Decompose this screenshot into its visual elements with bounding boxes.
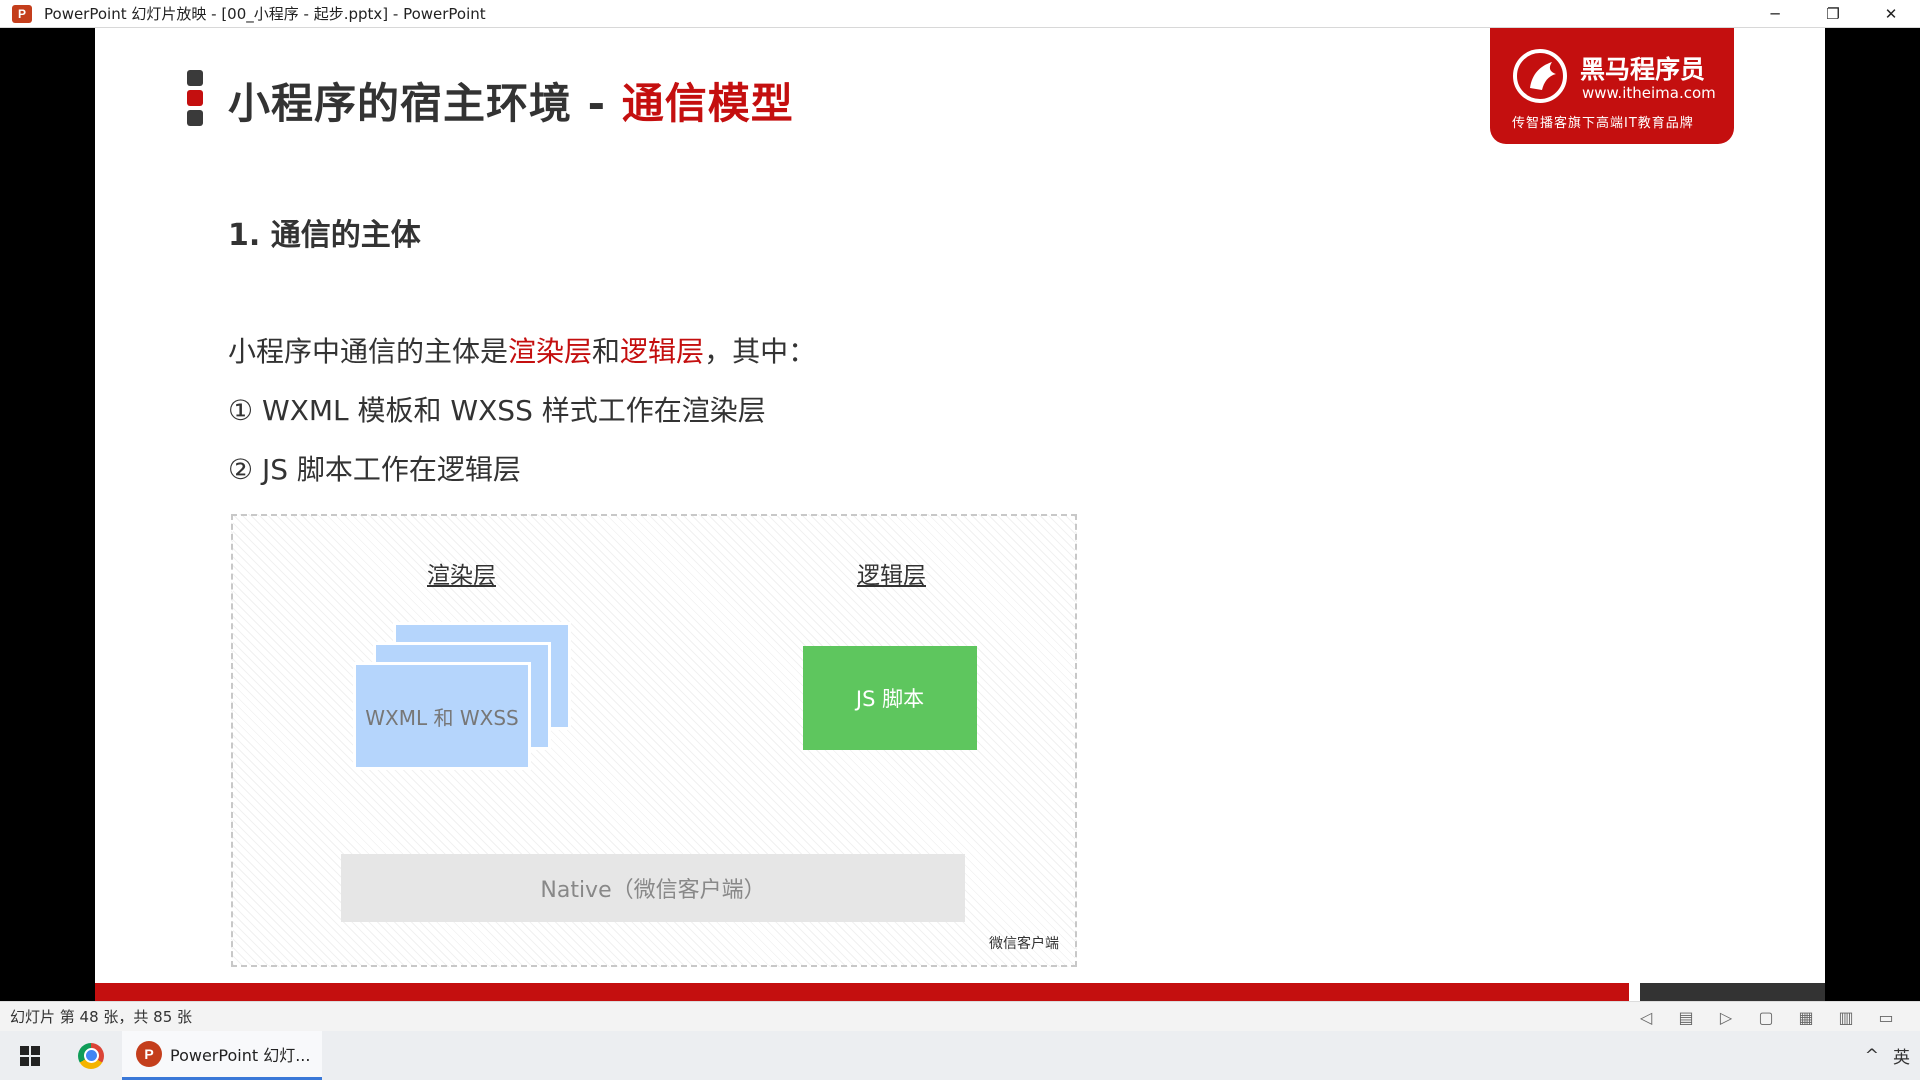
window-controls: ─ ❐ ✕	[1746, 0, 1920, 28]
system-tray: ^ 英	[1851, 1031, 1910, 1080]
windows-logo-icon	[20, 1045, 40, 1066]
intro-red-render: 渲染层	[508, 335, 593, 368]
slide-footer-red-bar	[95, 983, 1629, 1001]
list-item-1: ① WXML 模板和 WXSS 样式工作在渲染层	[228, 394, 766, 427]
status-bar: 幻灯片 第 48 张，共 85 张 ◁ ▤ ▷ ▢ ▦ ▥ ▭	[0, 1001, 1920, 1031]
next-slide-icon[interactable]: ▷	[1706, 1008, 1746, 1027]
start-button[interactable]	[0, 1031, 60, 1080]
logo-name: 黑马程序员	[1580, 55, 1706, 84]
title-marker-icon	[187, 70, 203, 130]
page-card-label: WXML 和 WXSS	[365, 705, 519, 730]
restore-button[interactable]: ❐	[1804, 0, 1862, 28]
logo-slogan: 传智播客旗下高端IT教育品牌	[1512, 116, 1694, 131]
page-card-front: WXML 和 WXSS	[353, 662, 531, 770]
normal-view-icon[interactable]: ▢	[1746, 1008, 1786, 1027]
slideshow-view-icon[interactable]: ▭	[1866, 1008, 1906, 1027]
window-title: PowerPoint 幻灯片放映 - [00_小程序 - 起步.pptx] - …	[44, 5, 486, 23]
client-label: 微信客户端	[989, 936, 1059, 952]
intro-paragraph: 小程序中通信的主体是渲染层和逻辑层，其中：	[228, 330, 816, 370]
previous-slide-icon[interactable]: ◁	[1626, 1008, 1666, 1027]
slide-title: 小程序的宿主环境 - 通信模型	[228, 70, 794, 131]
communication-diagram: 渲染层 逻辑层 WXML 和 WXSS JS 脚本 Native（微信客户端） …	[231, 514, 1077, 967]
slide-title-main: 小程序的宿主环境 -	[228, 79, 622, 128]
powerpoint-taskbar-button[interactable]: P PowerPoint 幻灯...	[122, 1031, 322, 1080]
chrome-taskbar-button[interactable]	[60, 1031, 122, 1080]
powerpoint-taskbar-icon: P	[136, 1041, 162, 1067]
taskbar: P PowerPoint 幻灯... ^ 英	[0, 1031, 1920, 1080]
render-layer-label: 渲染层	[427, 563, 496, 589]
logic-layer-label: 逻辑层	[857, 563, 926, 589]
slide-title-accent: 通信模型	[621, 79, 794, 128]
slide-sorter-icon[interactable]: ▦	[1786, 1008, 1826, 1027]
intro-red-logic: 逻辑层	[620, 335, 705, 368]
powerpoint-taskbar-label: PowerPoint 幻灯...	[170, 1046, 311, 1065]
window-titlebar: P PowerPoint 幻灯片放映 - [00_小程序 - 起步.pptx] …	[0, 0, 1920, 28]
horse-logo-icon	[1513, 49, 1567, 103]
close-button[interactable]: ✕	[1862, 0, 1920, 28]
tray-chevron-icon[interactable]: ^	[1865, 1046, 1879, 1066]
chrome-icon	[78, 1042, 104, 1069]
powerpoint-icon: P	[12, 4, 32, 23]
ime-indicator[interactable]: 英	[1893, 1043, 1910, 1068]
intro-part1: 小程序中通信的主体是	[228, 335, 509, 368]
reading-view-icon[interactable]: ▥	[1826, 1008, 1866, 1027]
brand-logo: 黑马程序员 www.itheima.com 传智播客旗下高端IT教育品牌	[1490, 28, 1734, 144]
notes-icon[interactable]: ▤	[1666, 1008, 1706, 1027]
intro-part2: 和	[592, 335, 621, 368]
intro-part3: ，其中：	[704, 335, 817, 368]
logo-url: www.itheima.com	[1582, 84, 1716, 102]
slide-footer-dark-bar	[1640, 983, 1825, 1001]
section-heading: 1. 通信的主体	[228, 218, 421, 253]
slide-counter: 幻灯片 第 48 张，共 85 张	[10, 1008, 193, 1026]
native-box: Native（微信客户端）	[341, 854, 965, 922]
slide-canvas[interactable]: 小程序的宿主环境 - 通信模型 黑马程序员 www.itheima.com 传智…	[95, 28, 1825, 1001]
minimize-button[interactable]: ─	[1746, 0, 1804, 28]
status-controls: ◁ ▤ ▷ ▢ ▦ ▥ ▭	[1626, 1002, 1906, 1032]
js-script-box: JS 脚本	[803, 646, 977, 750]
list-item-2: ② JS 脚本工作在逻辑层	[228, 453, 521, 486]
